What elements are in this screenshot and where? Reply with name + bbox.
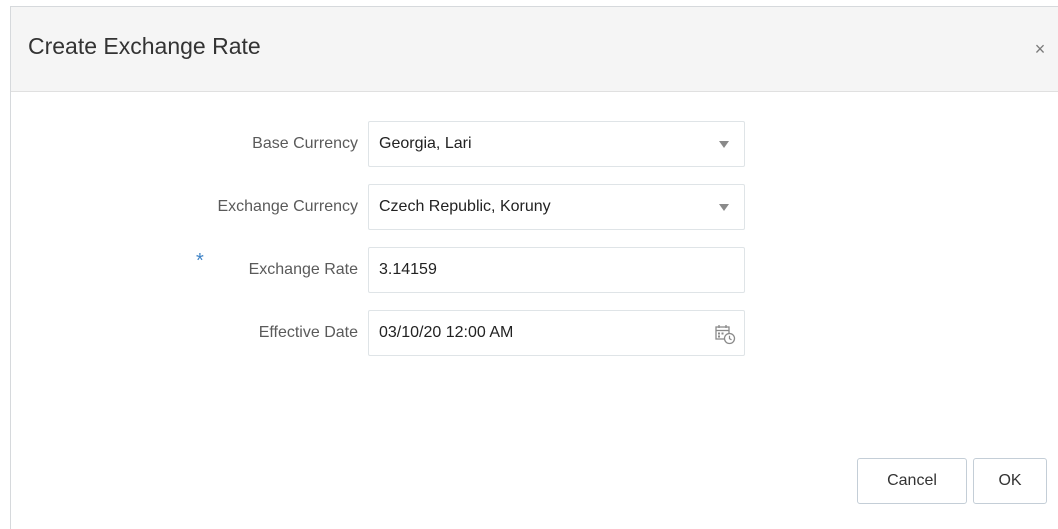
exchange-currency-value: Czech Republic, Koruny [379,198,551,215]
base-currency-select[interactable]: Georgia, Lari [368,121,745,167]
base-currency-value: Georgia, Lari [379,135,472,152]
exchange-rate-value: 3.14159 [379,261,437,278]
ok-button[interactable]: OK [973,458,1047,504]
exchange-rate-input[interactable]: 3.14159 [368,247,745,293]
effective-date-input[interactable]: 03/10/20 12:00 AM [368,310,745,356]
exchange-currency-row: Exchange Currency Czech Republic, Koruny [11,184,1058,230]
dialog-header: Create Exchange Rate × [11,7,1058,92]
exchange-currency-label: Exchange Currency [217,198,358,215]
dialog-title: Create Exchange Rate [28,33,261,59]
exchange-rate-label: Exchange Rate [248,261,358,278]
chevron-down-icon[interactable] [719,141,729,148]
calendar-clock-icon[interactable] [714,323,736,345]
close-icon[interactable]: × [1028,37,1052,61]
effective-date-value: 03/10/20 12:00 AM [379,324,514,341]
required-marker: * [196,250,204,272]
chevron-down-icon[interactable] [719,204,729,211]
create-exchange-rate-dialog: Create Exchange Rate × Base Currency Geo… [10,6,1058,529]
base-currency-row: Base Currency Georgia, Lari [11,121,1058,167]
exchange-rate-row: * Exchange Rate 3.14159 [11,247,1058,293]
cancel-button[interactable]: Cancel [857,458,967,504]
base-currency-label: Base Currency [252,135,358,152]
effective-date-label: Effective Date [258,324,358,341]
effective-date-row: Effective Date 03/10/20 12:00 AM [11,310,1058,356]
exchange-currency-select[interactable]: Czech Republic, Koruny [368,184,745,230]
